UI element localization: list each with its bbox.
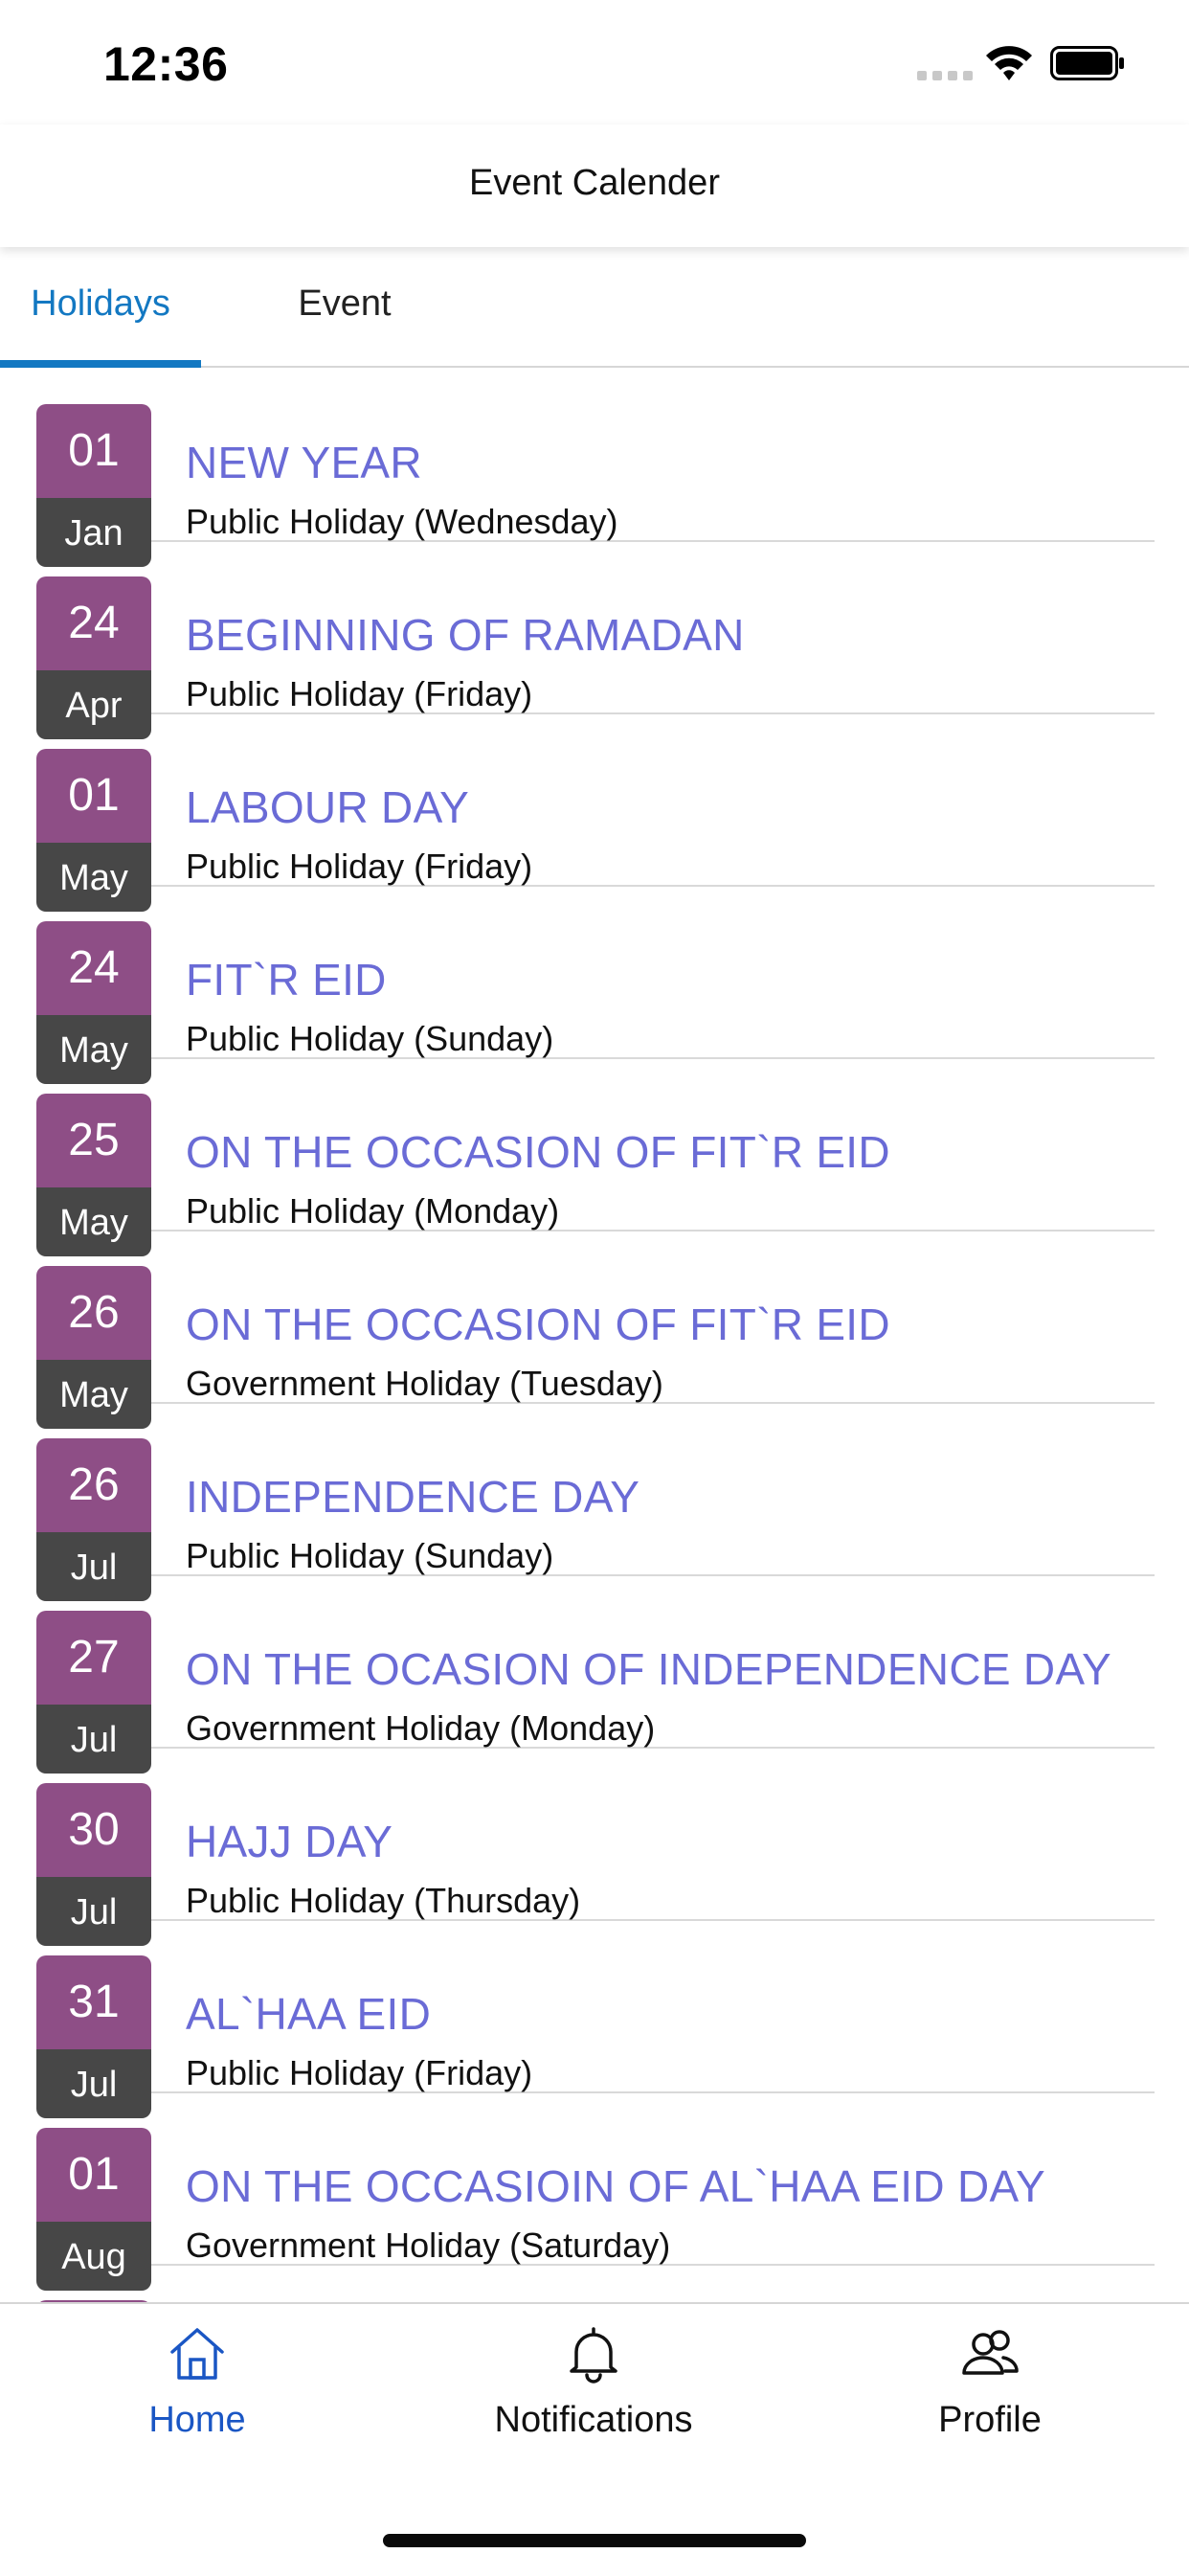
date-day: 26	[36, 1438, 151, 1532]
list-item[interactable]	[36, 2264, 1155, 2302]
holiday-type: Public Holiday (Sunday)	[186, 1536, 554, 1575]
holiday-type: Public Holiday (Thursday)	[186, 1881, 581, 1920]
signal-icon	[917, 71, 973, 80]
holiday-type: Public Holiday (Wednesday)	[186, 502, 618, 541]
list-item[interactable]: 01 May LABOUR DAY Public Holiday (Friday…	[36, 712, 1155, 912]
holiday-name: NEW YEAR	[186, 438, 422, 487]
list-item[interactable]: 26 Jul INDEPENDENCE DAY Public Holiday (…	[36, 1402, 1155, 1601]
holiday-name: ON THE OCCASION OF FIT`R EID	[186, 1299, 890, 1349]
holiday-name: BEGINNING OF RAMADAN	[186, 610, 745, 660]
holiday-type: Government Holiday (Saturday)	[186, 2226, 671, 2265]
users-icon	[962, 2330, 1019, 2375]
date-day: 01	[36, 2128, 151, 2222]
status-time: 12:36	[103, 37, 229, 91]
holiday-type: Government Holiday (Monday)	[186, 1708, 656, 1748]
tab-notifications[interactable]: Notifications	[450, 2323, 737, 2467]
list-item[interactable]: 01 Jan NEW YEAR Public Holiday (Wednesda…	[36, 368, 1155, 567]
home-icon	[170, 2328, 224, 2380]
home-indicator	[383, 2534, 806, 2547]
list-item[interactable]: 26 May ON THE OCCASION OF FIT`R EID Gove…	[36, 1230, 1155, 1429]
tab-notifications-label: Notifications	[494, 2400, 693, 2440]
navigation-bar: Event Calender	[0, 124, 1189, 247]
date-day: 26	[36, 1266, 151, 1360]
page-title: Event Calender	[469, 163, 720, 203]
bell-icon	[570, 2327, 617, 2384]
date-day: 25	[36, 1094, 151, 1187]
wifi-icon	[986, 46, 1032, 80]
holiday-type: Public Holiday (Sunday)	[186, 1019, 554, 1058]
holiday-name: LABOUR DAY	[186, 782, 470, 832]
holiday-type: Public Holiday (Friday)	[186, 847, 533, 886]
list-item[interactable]: 25 May ON THE OCCASION OF FIT`R EID Publ…	[36, 1057, 1155, 1256]
tab-profile[interactable]: Profile	[846, 2323, 1133, 2467]
holiday-type: Public Holiday (Monday)	[186, 1191, 560, 1231]
list-item[interactable]: 24 Apr BEGINNING OF RAMADAN Public Holid…	[36, 540, 1155, 739]
holiday-list[interactable]: 01 Jan NEW YEAR Public Holiday (Wednesda…	[0, 368, 1189, 2302]
tab-holidays[interactable]: Holidays	[0, 247, 201, 368]
list-item[interactable]: 01 Aug ON THE OCCASIOIN OF AL`HAA EID DA…	[36, 2091, 1155, 2291]
list-item[interactable]: 31 Jul AL`HAA EID Public Holiday (Friday…	[36, 1919, 1155, 2118]
date-day: 30	[36, 1783, 151, 1877]
date-day: 01	[36, 404, 151, 498]
holiday-type: Public Holiday (Friday)	[186, 2053, 533, 2092]
tab-event[interactable]: Event	[258, 247, 431, 366]
list-item[interactable]: 30 Jul HAJJ DAY Public Holiday (Thursday…	[36, 1747, 1155, 1946]
tab-home[interactable]: Home	[54, 2323, 341, 2467]
holiday-name: FIT`R EID	[186, 955, 387, 1005]
date-day: 24	[36, 576, 151, 670]
status-bar: 12:36	[0, 0, 1189, 124]
date-day: 24	[36, 921, 151, 1015]
date-day: 27	[36, 1611, 151, 1705]
list-item[interactable]: 24 May FIT`R EID Public Holiday (Sunday)	[36, 885, 1155, 1084]
list-item[interactable]: 27 Jul ON THE OCASION OF INDEPENDENCE DA…	[36, 1574, 1155, 1774]
battery-icon	[1050, 46, 1124, 80]
holiday-name: HAJJ DAY	[186, 1817, 393, 1866]
tab-home-label: Home	[148, 2400, 246, 2440]
date-day: 01	[36, 749, 151, 843]
holiday-type: Public Holiday (Friday)	[186, 674, 533, 713]
holiday-name: ON THE OCCASION OF FIT`R EID	[186, 1127, 890, 1177]
segment-tabs: Holidays Event	[0, 247, 1189, 368]
date-day: 31	[36, 1955, 151, 2049]
holiday-type: Government Holiday (Tuesday)	[186, 1364, 663, 1403]
holiday-name: INDEPENDENCE DAY	[186, 1472, 640, 1522]
tab-profile-label: Profile	[938, 2400, 1042, 2440]
holiday-name: AL`HAA EID	[186, 1989, 432, 2039]
holiday-name: ON THE OCASION OF INDEPENDENCE DAY	[186, 1644, 1111, 1694]
holiday-name: ON THE OCCASIOIN OF AL`HAA EID DAY	[186, 2161, 1046, 2211]
